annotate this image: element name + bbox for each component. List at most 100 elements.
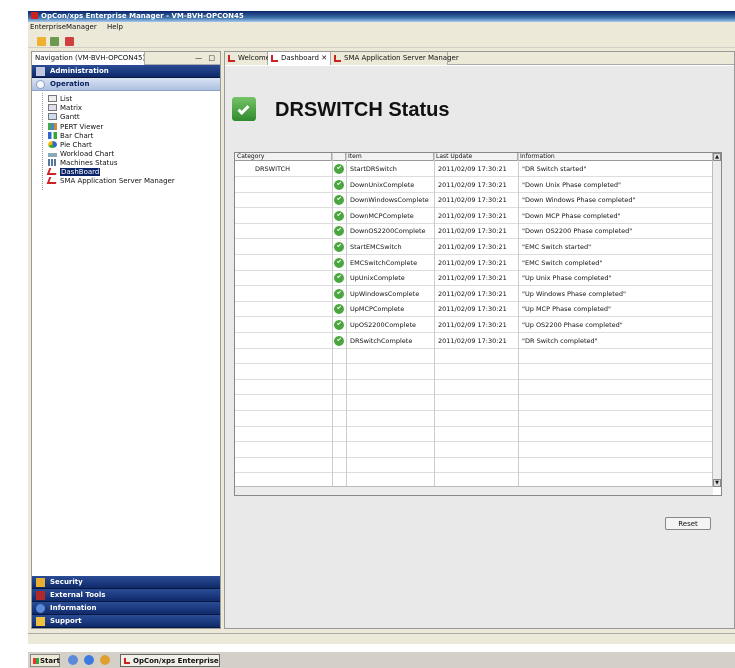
cell-item: StartDRSwitch [350, 165, 397, 173]
status-bar [28, 633, 735, 644]
status-ok-icon [334, 335, 344, 346]
table-row [235, 412, 713, 427]
support-label: Support [50, 617, 82, 625]
vertical-scrollbar[interactable]: ▲ ▼ [712, 153, 721, 487]
tree-item-bar-chart[interactable]: Bar Chart [48, 132, 93, 140]
section-external-tools[interactable]: External Tools [32, 589, 220, 602]
welcome-tab-icon [228, 55, 235, 62]
app-icon [31, 12, 38, 19]
navigation-bottom-sections: Security External Tools Information Supp… [32, 576, 220, 628]
section-support[interactable]: Support [32, 615, 220, 628]
horizontal-scrollbar[interactable] [235, 486, 713, 495]
cell-information: "Down MCP Phase completed" [522, 211, 621, 220]
table-row[interactable]: EMCSwitchComplete 2011/02/09 17:30:21 "EMC… [235, 256, 713, 271]
opcon-task-icon [124, 658, 130, 664]
tree-item-sma-application-server-manager[interactable]: SMA Application Server Manager [46, 177, 175, 185]
column-header-item[interactable]: Item [346, 153, 434, 161]
tree-label: Machines Status [60, 159, 118, 167]
table-row [235, 443, 713, 458]
cell-last-update: 2011/02/09 17:30:21 [438, 274, 507, 283]
tree-label: PERT Viewer [60, 123, 104, 131]
tree-item-matrix[interactable]: Matrix [48, 104, 82, 112]
table-row[interactable]: DownOS2200Complete 2011/02/09 17:30:21 "Do… [235, 224, 713, 240]
table-row[interactable]: DownWindowsComplete 2011/02/09 17:30:21 "D… [235, 193, 713, 209]
sma-icon [46, 177, 59, 184]
tree-item-dashboard[interactable]: DashBoard [46, 168, 101, 176]
screen: OpCon/xps Enterprise Manager - VM-BVH-OP… [0, 0, 735, 668]
status-ok-icon [334, 304, 344, 315]
tree-item-list[interactable]: List [48, 95, 72, 103]
column-header-information[interactable]: Information [518, 153, 713, 161]
cell-information: "Up Windows Phase completed" [522, 289, 626, 298]
windows-logo-icon [33, 658, 39, 664]
table-row[interactable]: DownMCPComplete 2011/02/09 17:30:21 "Down … [235, 209, 713, 224]
cell-item: DownMCPComplete [350, 211, 414, 220]
column-header-category[interactable]: Category [235, 153, 332, 161]
taskbar-item-opcon[interactable]: OpCon/xps Enterprise... [120, 654, 220, 667]
menu-enterprisemanager[interactable]: EnterpriseManager [30, 23, 97, 31]
section-operation[interactable]: Operation [32, 78, 220, 91]
table-row[interactable]: UpUnixComplete 2011/02/09 17:30:21 "Up Uni… [235, 271, 713, 287]
tree-item-pie-chart[interactable]: Pie Chart [48, 141, 92, 149]
home-icon[interactable] [37, 37, 46, 46]
operation-tree: List Matrix Gantt PERT Viewer Bar Chart … [32, 91, 220, 561]
tree-label: Gantt [60, 113, 80, 121]
tab-sma-application-server-manager[interactable]: SMA Application Server Manager [331, 52, 459, 65]
quicklaunch-ie-icon[interactable] [84, 655, 94, 665]
table-row [235, 365, 713, 380]
status-table: Category Item Last Update Information DR… [234, 152, 722, 496]
tab-welcome[interactable]: Welcome [225, 52, 270, 65]
support-icon [36, 617, 45, 626]
section-information[interactable]: Information [32, 602, 220, 615]
table-row[interactable]: UpWindowsComplete 2011/02/09 17:30:21 "Up … [235, 287, 713, 302]
scroll-up-icon[interactable]: ▲ [713, 153, 721, 161]
minimize-maximize-buttons[interactable]: — □ [195, 54, 217, 62]
section-security[interactable]: Security [32, 576, 220, 589]
table-row[interactable]: DownUnixComplete 2011/02/09 17:30:21 "Down… [235, 178, 713, 193]
table-row [235, 349, 713, 365]
tab-dashboard[interactable]: Dashboard ✕ [268, 52, 331, 65]
list-icon [48, 95, 57, 102]
pert-icon [48, 123, 57, 130]
dashboard-icon [46, 168, 59, 175]
reset-button[interactable]: Reset [665, 517, 711, 530]
cell-last-update: 2011/02/09 17:30:21 [438, 211, 507, 220]
cell-last-update: 2011/02/09 17:30:21 [438, 321, 507, 329]
toolbar [28, 35, 735, 48]
table-row[interactable]: UpMCPComplete 2011/02/09 17:30:21 "Up MCP … [235, 302, 713, 318]
tree-item-pert-viewer[interactable]: PERT Viewer [48, 123, 103, 131]
close-icon[interactable]: ✕ [321, 54, 327, 62]
column-divider [332, 153, 333, 487]
table-row[interactable]: UpOS2200Complete 2011/02/09 17:30:21 "Up O… [235, 318, 713, 333]
section-administration[interactable]: Administration [32, 65, 220, 78]
start-button[interactable]: Start [30, 654, 60, 667]
tree-item-gantt[interactable]: Gantt [48, 113, 80, 121]
quicklaunch-browser-icon[interactable] [68, 655, 78, 665]
column-header-last-update[interactable]: Last Update [434, 153, 518, 161]
column-header-status[interactable] [332, 153, 346, 161]
title-bar[interactable]: OpCon/xps Enterprise Manager - VM-BVH-OP… [28, 11, 735, 22]
tab-navigation[interactable]: Navigation (VM-BVH-OPCON45) [32, 52, 145, 65]
scroll-down-icon[interactable]: ▼ [713, 479, 721, 487]
quicklaunch-media-icon[interactable] [100, 655, 110, 665]
window-title: OpCon/xps Enterprise Manager - VM-BVH-OP… [41, 12, 244, 20]
cell-last-update: 2011/02/09 17:30:21 [438, 305, 507, 314]
cell-item: DownUnixComplete [350, 180, 415, 189]
menu-help[interactable]: Help [107, 23, 123, 31]
tree-line [42, 93, 43, 190]
tree-item-machines-status[interactable]: Machines Status [48, 159, 117, 167]
cell-item: UpOS2200Complete [350, 321, 416, 329]
table-row[interactable]: DRSwitchComplete 2011/02/09 17:30:21 "DR S… [235, 334, 713, 349]
table-row[interactable]: DRSWITCH StartDRSwitch 2011/02/09 17:30:21… [235, 162, 713, 177]
tree-item-workload-chart[interactable]: Workload Chart [48, 150, 114, 158]
app-window: OpCon/xps Enterprise Manager - VM-BVH-OP… [28, 11, 735, 644]
cell-information: "Down Unix Phase completed" [522, 180, 622, 189]
refresh-icon[interactable] [50, 37, 59, 46]
editor-tabs: Welcome Dashboard ✕ SMA Application Serv… [225, 52, 734, 65]
table-row[interactable]: StartEMCSwitch 2011/02/09 17:30:21 "EMC Sw… [235, 240, 713, 255]
status-ok-icon [334, 320, 344, 330]
status-ok-icon [334, 195, 344, 206]
settings-icon[interactable] [65, 37, 74, 46]
cell-information: "Down OS2200 Phase completed" [522, 227, 633, 236]
sma-tab-label: SMA Application Server Manager [344, 54, 459, 62]
